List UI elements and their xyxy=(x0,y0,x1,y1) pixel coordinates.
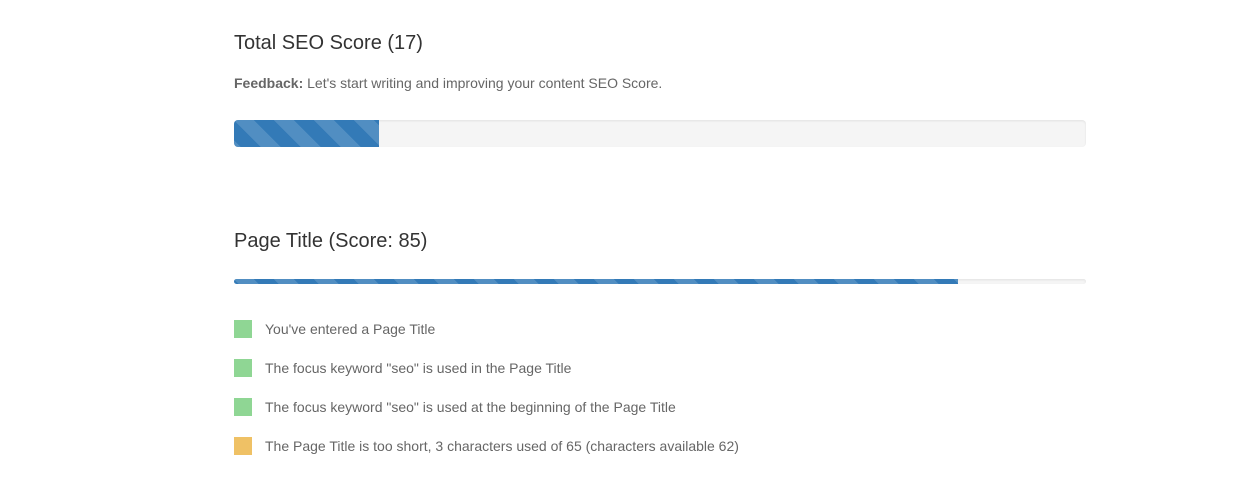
check-text: The Page Title is too short, 3 character… xyxy=(265,438,739,454)
check-text: You've entered a Page Title xyxy=(265,321,436,337)
page-title-progress-bar xyxy=(234,279,959,284)
page-title-progress xyxy=(234,279,1086,284)
status-square-icon xyxy=(234,398,252,416)
status-square-icon xyxy=(234,320,252,338)
page-title-score-title: Page Title (Score: 85) xyxy=(234,230,428,252)
status-square-icon xyxy=(234,437,252,455)
total-seo-progress xyxy=(234,120,1086,147)
check-item: The focus keyword "seo" is used at the b… xyxy=(234,397,739,436)
check-item: The focus keyword "seo" is used in the P… xyxy=(234,358,739,397)
feedback-label: Feedback: xyxy=(234,75,304,91)
check-item: The Page Title is too short, 3 character… xyxy=(234,436,739,475)
check-item: You've entered a Page Title xyxy=(234,319,739,358)
page-title-checklist: You've entered a Page Title The focus ke… xyxy=(234,319,739,475)
total-seo-score-title: Total SEO Score (17) xyxy=(234,32,423,54)
total-seo-progress-bar xyxy=(234,120,379,147)
status-square-icon xyxy=(234,359,252,377)
check-text: The focus keyword "seo" is used in the P… xyxy=(265,360,572,376)
feedback-line: Feedback: Let's start writing and improv… xyxy=(234,75,662,92)
check-text: The focus keyword "seo" is used at the b… xyxy=(265,399,676,415)
feedback-text: Let's start writing and improving your c… xyxy=(307,75,663,91)
